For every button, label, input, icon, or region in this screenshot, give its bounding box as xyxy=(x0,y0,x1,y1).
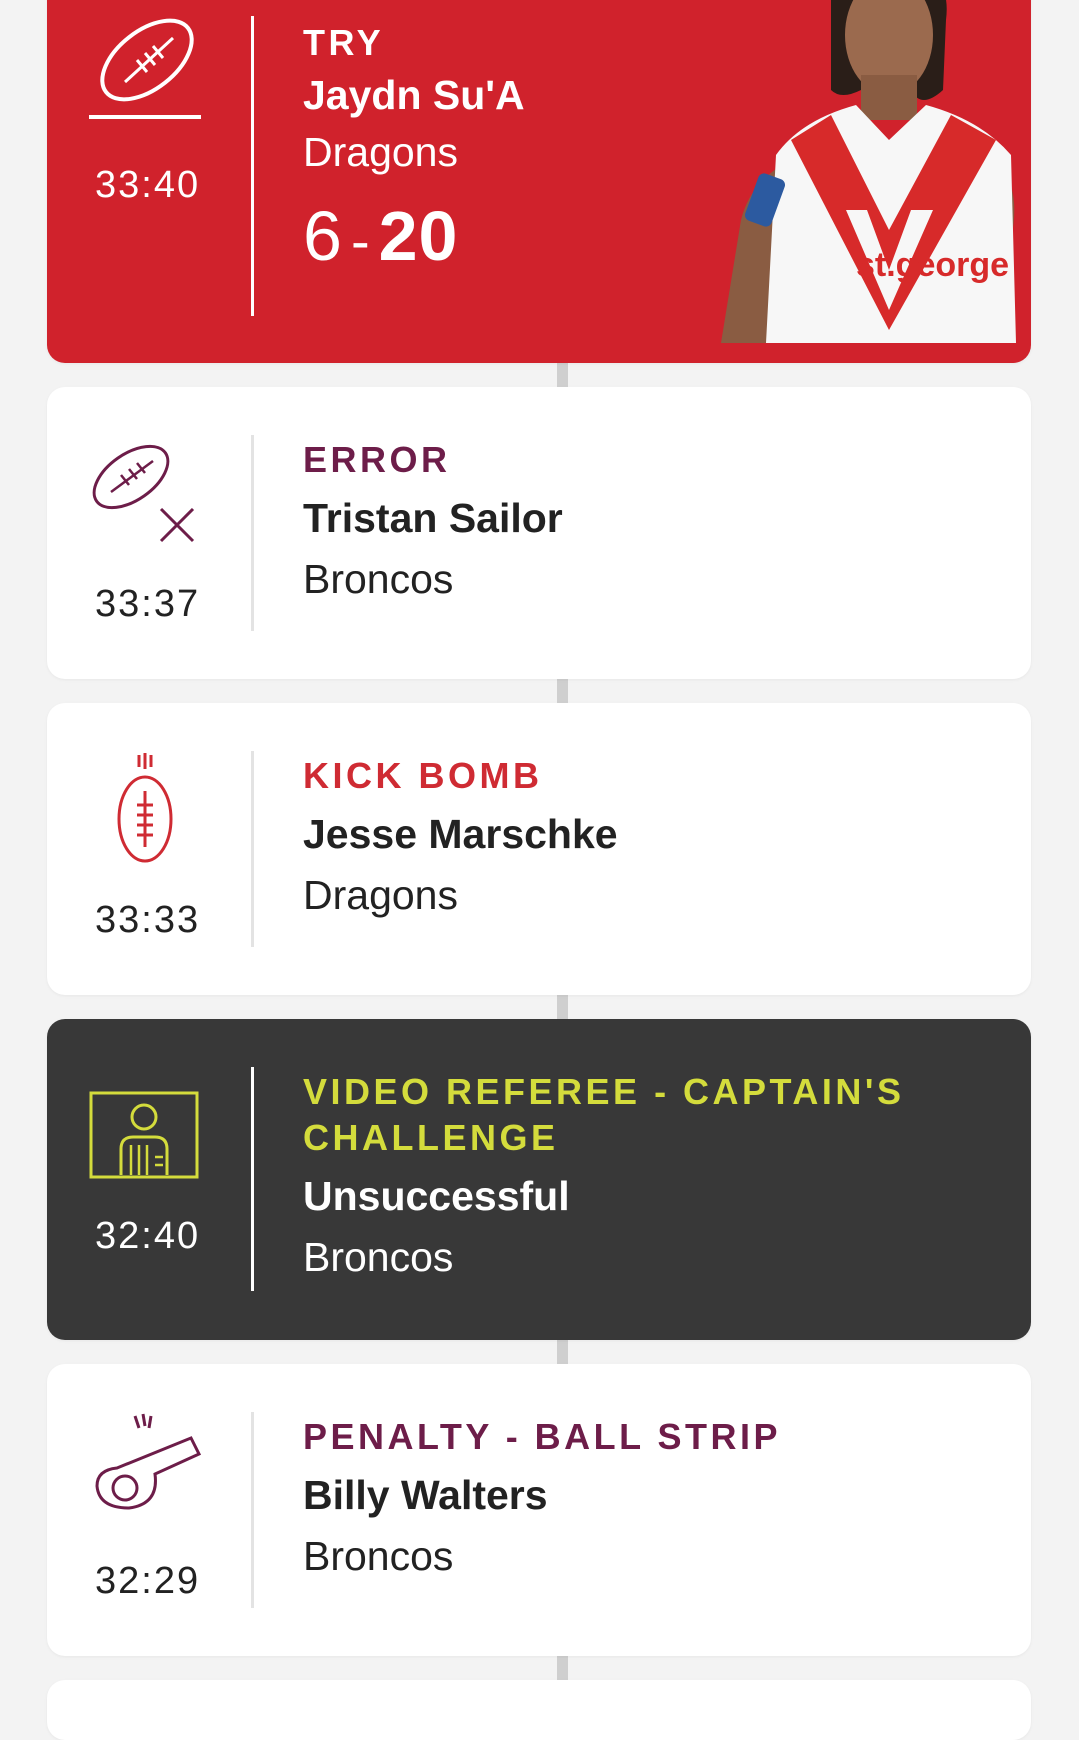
video-referee-icon xyxy=(89,1077,201,1189)
player-name: Jesse Marschke xyxy=(303,811,618,857)
event-time: 32:29 xyxy=(95,1560,201,1602)
divider xyxy=(251,751,254,947)
score-separator: - xyxy=(350,209,371,272)
event-type-line1: VIDEO REFEREE - CAPTAIN'S xyxy=(303,1071,905,1112)
player-name: Billy Walters xyxy=(303,1472,548,1518)
event-time: 33:33 xyxy=(95,899,201,941)
event-card-next[interactable] xyxy=(47,1680,1031,1740)
ball-error-icon xyxy=(89,437,201,549)
event-type: KICK BOMB xyxy=(303,755,543,796)
kick-bomb-icon xyxy=(89,753,201,865)
divider xyxy=(251,16,254,316)
rugby-ball-try-icon xyxy=(89,10,201,122)
player-name: Unsuccessful xyxy=(303,1173,570,1219)
event-card-kick-bomb[interactable]: 33:33 KICK BOMB Jesse Marschke Dragons xyxy=(47,703,1031,995)
divider xyxy=(251,1067,254,1291)
divider xyxy=(251,435,254,631)
event-type-line2: CHALLENGE xyxy=(303,1117,559,1158)
event-card-video-referee[interactable]: 32:40 VIDEO REFEREE - CAPTAIN'S CHALLENG… xyxy=(47,1019,1031,1340)
team-name: Dragons xyxy=(303,872,458,918)
team-name: Broncos xyxy=(303,1234,454,1280)
player-photo: st.george xyxy=(721,0,1016,343)
event-card-try[interactable]: 33:40 TRY Jaydn Su'A Dragons 6-20 st.geo… xyxy=(47,0,1031,363)
divider xyxy=(251,1412,254,1608)
team-name: Broncos xyxy=(303,1533,454,1579)
event-time: 32:40 xyxy=(95,1215,201,1257)
event-time: 33:40 xyxy=(95,164,201,206)
event-time: 33:37 xyxy=(95,583,201,625)
event-type: ERROR xyxy=(303,439,451,480)
score-home: 6 xyxy=(303,197,343,275)
score-away: 20 xyxy=(378,197,459,275)
event-type: PENALTY - BALL STRIP xyxy=(303,1416,782,1457)
team-name: Broncos xyxy=(303,556,454,602)
player-name: Tristan Sailor xyxy=(303,495,563,541)
event-card-error[interactable]: 33:37 ERROR Tristan Sailor Broncos xyxy=(47,387,1031,679)
sponsor-logo: st.george xyxy=(856,246,1009,284)
whistle-icon xyxy=(89,1408,201,1520)
event-card-penalty[interactable]: 32:29 PENALTY - BALL STRIP Billy Walters… xyxy=(47,1364,1031,1656)
